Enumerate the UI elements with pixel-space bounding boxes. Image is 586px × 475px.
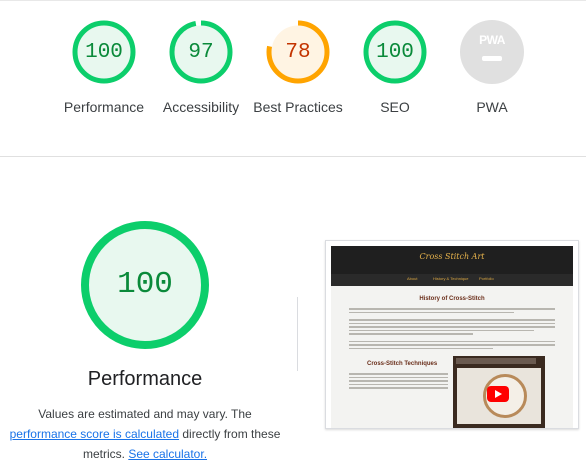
site-nav-item: About xyxy=(407,276,418,281)
site-header: Cross Stitch Art xyxy=(331,246,573,274)
gauge-accessibility-score: 97 xyxy=(188,41,214,64)
site-nav-item: History & Technique xyxy=(433,276,469,281)
site-nav-item: Portfolio xyxy=(479,276,494,281)
final-screenshot-thumbnail[interactable]: Cross Stitch Art About History & Techniq… xyxy=(325,240,579,429)
pwa-icon: PWA xyxy=(460,20,524,84)
gauge-best-practices-label: Best Practices xyxy=(253,99,343,115)
performance-description: Values are estimated and may vary. The p… xyxy=(0,404,290,464)
pwa-icon-circle xyxy=(460,20,524,84)
pwa-icon-bar xyxy=(482,56,502,61)
performance-gauge-large: 100 xyxy=(80,220,210,350)
performance-heading: Performance xyxy=(87,368,203,390)
site-title: Cross Stitch Art xyxy=(419,252,485,261)
gauge-performance-label: Performance xyxy=(63,99,145,115)
gauge-performance[interactable]: 100 Performance xyxy=(54,20,154,117)
site-heading-history: History of Cross-Stitch xyxy=(419,296,485,302)
performance-score-large: 100 xyxy=(117,267,173,302)
pwa-icon-text: PWA xyxy=(479,33,505,47)
performance-score-calculated-link[interactable]: performance score is calculated xyxy=(10,427,179,441)
gauge-seo-label: SEO xyxy=(380,99,410,115)
gauge-accessibility-label: Accessibility xyxy=(162,99,240,115)
youtube-play-icon xyxy=(487,386,509,402)
gauge-seo-score: 100 xyxy=(376,41,414,64)
pwa-badge: PWA xyxy=(442,20,542,84)
site-video-embed xyxy=(453,356,545,428)
gauge-pwa-label: PWA xyxy=(476,99,508,115)
screenshot-page: Cross Stitch Art About History & Techniq… xyxy=(331,246,573,428)
gauge-performance-score: 100 xyxy=(85,41,123,64)
see-calculator-link[interactable]: See calculator. xyxy=(128,447,207,461)
site-nav: About History & Technique Portfolio xyxy=(331,274,573,286)
performance-desc-prefix: Values are estimated and may vary. The xyxy=(38,407,252,421)
gauge-accessibility[interactable]: 97 Accessibility xyxy=(151,20,251,117)
category-gauges: 100 Performance 97 Accessibility 78 Best… xyxy=(0,0,586,157)
gauge-seo[interactable]: 100 SEO xyxy=(345,20,445,117)
gauge-best-practices-score: 78 xyxy=(285,41,311,64)
section-divider xyxy=(0,156,586,157)
gauge-best-practices[interactable]: 78 Best Practices xyxy=(248,20,348,117)
gauge-pwa[interactable]: PWA PWA xyxy=(442,20,542,117)
vertical-divider xyxy=(297,297,298,371)
